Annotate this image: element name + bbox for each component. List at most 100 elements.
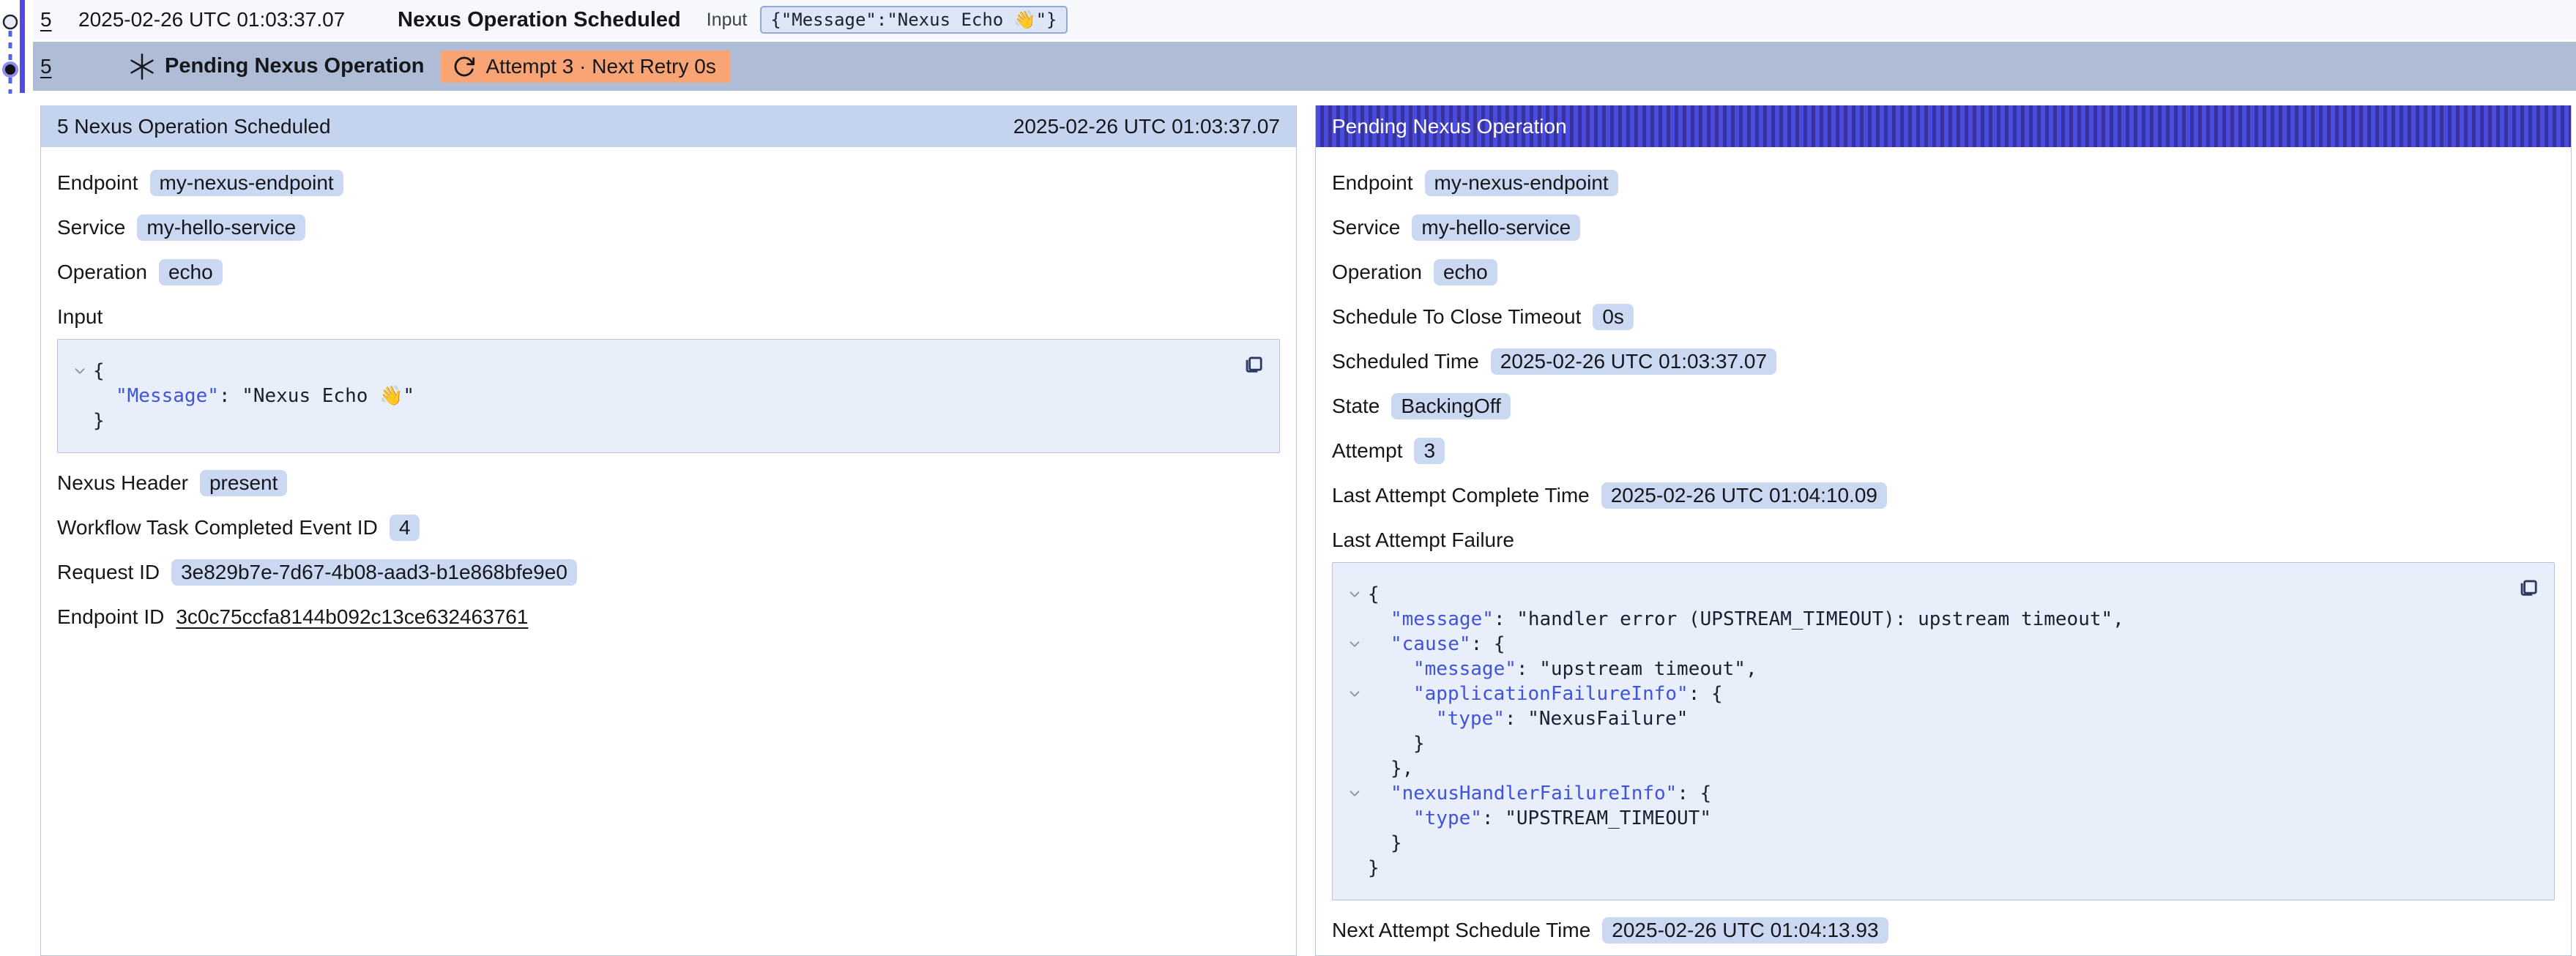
field-label: Operation [1332,261,1422,284]
json-line: } [1341,856,2503,881]
json-line: } [1341,831,2503,856]
timeline-nodes [0,0,33,95]
timeline-rail [0,0,33,95]
field-operation: Operation echo [1332,258,2555,287]
field-label: Nexus Header [57,471,188,495]
field-value-badge: echo [1434,259,1497,285]
copy-button[interactable] [1241,350,1267,376]
field-label: Service [1332,216,1400,239]
copy-icon [1242,351,1267,376]
field-value-badge: 4 [390,515,420,541]
retry-badge-text: Attempt 3 · Next Retry 0s [486,55,716,78]
field-value-badge: 0s [1593,304,1634,330]
event-rows: 5 2025-02-26 UTC 01:03:37.07 Nexus Opera… [33,0,2576,91]
json-line: { [67,359,1228,384]
field-next-attempt-schedule-time: Next Attempt Schedule Time2025-02-26 UTC… [1332,916,2555,945]
field-service: Service my-hello-service [1332,213,2555,242]
field-state: State BackingOff [1332,392,2555,421]
retry-icon [453,55,476,78]
event-detail-body: Endpoint my-nexus-endpoint Servicemy-hello… [41,147,1296,955]
event-id-cell: 5 [33,55,78,78]
json-line: }, [1341,756,2503,781]
event-detail-title: 5 Nexus Operation Scheduled [57,115,331,138]
field-value-badge: 3e829b7e-7d67-4b08-aad3-b1e868bfe9e0 [171,559,577,586]
collapse-chevron[interactable] [1341,636,1368,652]
pending-asterisk-icon [128,53,156,81]
pending-operation-card: Pending Nexus Operation Endpoint my-nexus… [1315,105,2572,956]
field-label: Request ID [57,561,160,584]
field-scheduled-time: Scheduled Time2025-02-26 UTC 01:03:37.07 [1332,347,2555,376]
selected-event-node-icon [4,63,17,76]
field-value-badge: 2025-02-26 UTC 01:04:13.93 [1602,917,1888,944]
collapse-chevron[interactable] [1341,686,1368,702]
field-label: Endpoint ID [57,605,164,629]
field-label: Endpoint [57,171,138,195]
field-label: State [1332,395,1380,418]
json-line: "type": "UPSTREAM_TIMEOUT" [1341,806,2503,831]
json-line: "type": "NexusFailure" [1341,706,2503,731]
json-line: "Message": "Nexus Echo 👋" [67,384,1228,408]
field-schedule-to-close-timeout: Schedule To Close Timeout 0s [1332,302,2555,332]
temporal-event-history: 5 2025-02-26 UTC 01:03:37.07 Nexus Opera… [0,0,2576,956]
event-row-pending-operation[interactable]: 5 Pending Nexus Operation Attempt 3 · Ne… [33,42,2576,91]
field-label: Schedule To Close Timeout [1332,305,1581,329]
field-attempt: Attempt3 [1332,436,2555,466]
field-value-badge: 3 [1414,438,1445,464]
copy-icon [2517,574,2542,599]
field-endpoint-id: Endpoint ID 3c0c75ccfa8144b092c13ce632463… [57,602,1280,632]
field-label: Endpoint [1332,171,1413,195]
field-value-badge: my-hello-service [137,214,305,241]
json-code-block: {"Message": "Nexus Echo 👋"} [57,339,1280,453]
event-id-link[interactable]: 5 [40,8,52,31]
pending-operation-name: Pending Nexus Operation [165,54,425,78]
event-id-link[interactable]: 5 [40,55,52,78]
field-last-attempt-complete-time: Last Attempt Complete Time2025-02-26 UTC… [1332,481,2555,510]
endpoint-id-link[interactable]: 3c0c75ccfa8144b092c13ce632463761 [176,605,528,629]
field-operation: Operationecho [57,258,1280,287]
event-name: Nexus Operation Scheduled [398,8,681,32]
retry-badge: Attempt 3 · Next Retry 0s [441,51,731,83]
collapse-chevron[interactable] [1341,785,1368,802]
chevron-down-icon [1347,636,1363,652]
event-timestamp: 2025-02-26 UTC 01:03:37.07 [78,8,398,31]
field-value-badge: my-nexus-endpoint [150,170,343,196]
chevron-down-icon [1347,686,1363,702]
field-value-badge: my-hello-service [1412,214,1580,241]
field-value-badge: my-nexus-endpoint [1425,170,1618,196]
copy-button[interactable] [2516,573,2542,600]
input-label: Input [707,10,748,31]
input-preview-chip: {"Message":"Nexus Echo 👋"} [760,6,1067,34]
field-endpoint: Endpoint my-nexus-endpoint [57,168,1280,198]
field-label: Last Attempt Failure [1332,529,1514,552]
json-code-block: {"message": "handler error (UPSTREAM_TIM… [1332,562,2555,900]
event-detail-card: 5 Nexus Operation Scheduled 2025-02-26 U… [40,105,1297,956]
field-label: Workflow Task Completed Event ID [57,516,378,539]
event-detail-time: 2025-02-26 UTC 01:03:37.07 [1013,115,1280,138]
json-line: "nexusHandlerFailureInfo": { [1341,781,2503,806]
field-endpoint: Endpoint my-nexus-endpoint [1332,168,2555,198]
event-row-nexus-scheduled[interactable]: 5 2025-02-26 UTC 01:03:37.07 Nexus Opera… [33,0,2576,42]
field-last-attempt-failure: Last Attempt Failure {"message": "handler… [1332,526,2555,900]
chevron-down-icon [1347,586,1363,602]
json-line: "message": "handler error (UPSTREAM_TIME… [1341,607,2503,632]
field-workflow-task-completed-event-id: Workflow Task Completed Event ID 4 [57,513,1280,542]
collapse-chevron[interactable] [1341,586,1368,602]
field-request-id: Request ID 3e829b7e-7d67-4b08-aad3-b1e868… [57,558,1280,587]
pending-operation-title: Pending Nexus Operation [1332,115,1567,138]
field-input: Input{"Message": "Nexus Echo 👋"} [57,302,1280,453]
event-id-cell: 5 [33,8,78,31]
event-detail-panels: 5 Nexus Operation Scheduled 2025-02-26 U… [40,105,2572,956]
field-nexus-header: Nexus Headerpresent [57,468,1280,498]
json-line: } [67,408,1228,433]
json-line: "message": "upstream timeout", [1341,657,2503,681]
json-line: "cause": { [1341,632,2503,657]
json-line: { [1341,582,2503,607]
json-line: "applicationFailureInfo": { [1341,681,2503,706]
pending-operation-body: Endpoint my-nexus-endpoint Service my-hello… [1316,147,2571,956]
chevron-down-icon [1347,785,1363,802]
collapse-chevron[interactable] [67,363,93,379]
field-value-badge: BackingOff [1391,393,1510,419]
chevron-down-icon [72,363,88,379]
field-label: Last Attempt Complete Time [1332,484,1590,507]
field-service: Servicemy-hello-service [57,213,1280,242]
